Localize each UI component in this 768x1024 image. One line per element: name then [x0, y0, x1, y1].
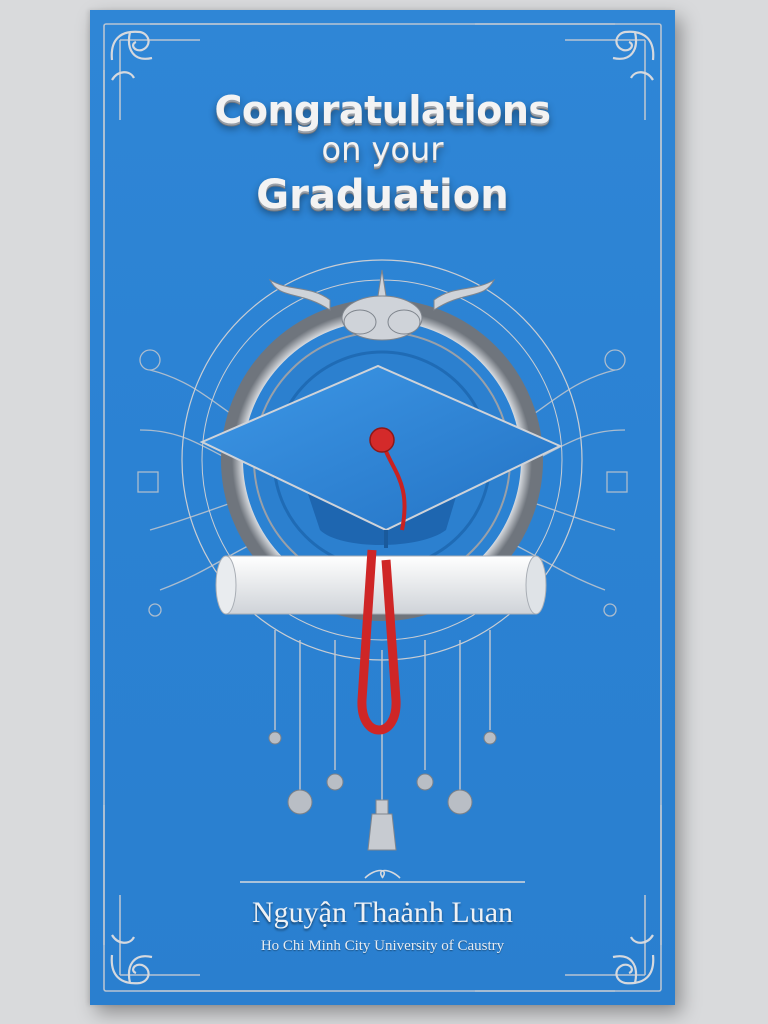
- university-name: Ho Chi Minh City University of Caustry: [260, 938, 505, 954]
- corner-flourish-top-right: [612, 30, 655, 81]
- graduation-emblem: [137, 259, 628, 851]
- silver-tassel-icon: [367, 799, 397, 851]
- diploma-scroll-icon: [215, 555, 547, 615]
- name-divider-ornament: [240, 869, 525, 883]
- graduate-name: Nguyận Thaȧnh Luan: [251, 896, 514, 929]
- corner-flourish-top-left: [110, 30, 153, 81]
- graduation-card: Congratulations on your Graduation Nguyậ…: [90, 10, 675, 1005]
- title-graduation: Graduation: [256, 172, 509, 218]
- title-on-your: on your: [321, 130, 444, 168]
- hanging-ornaments: [274, 630, 491, 805]
- title-congratulations: Congratulations: [214, 88, 551, 132]
